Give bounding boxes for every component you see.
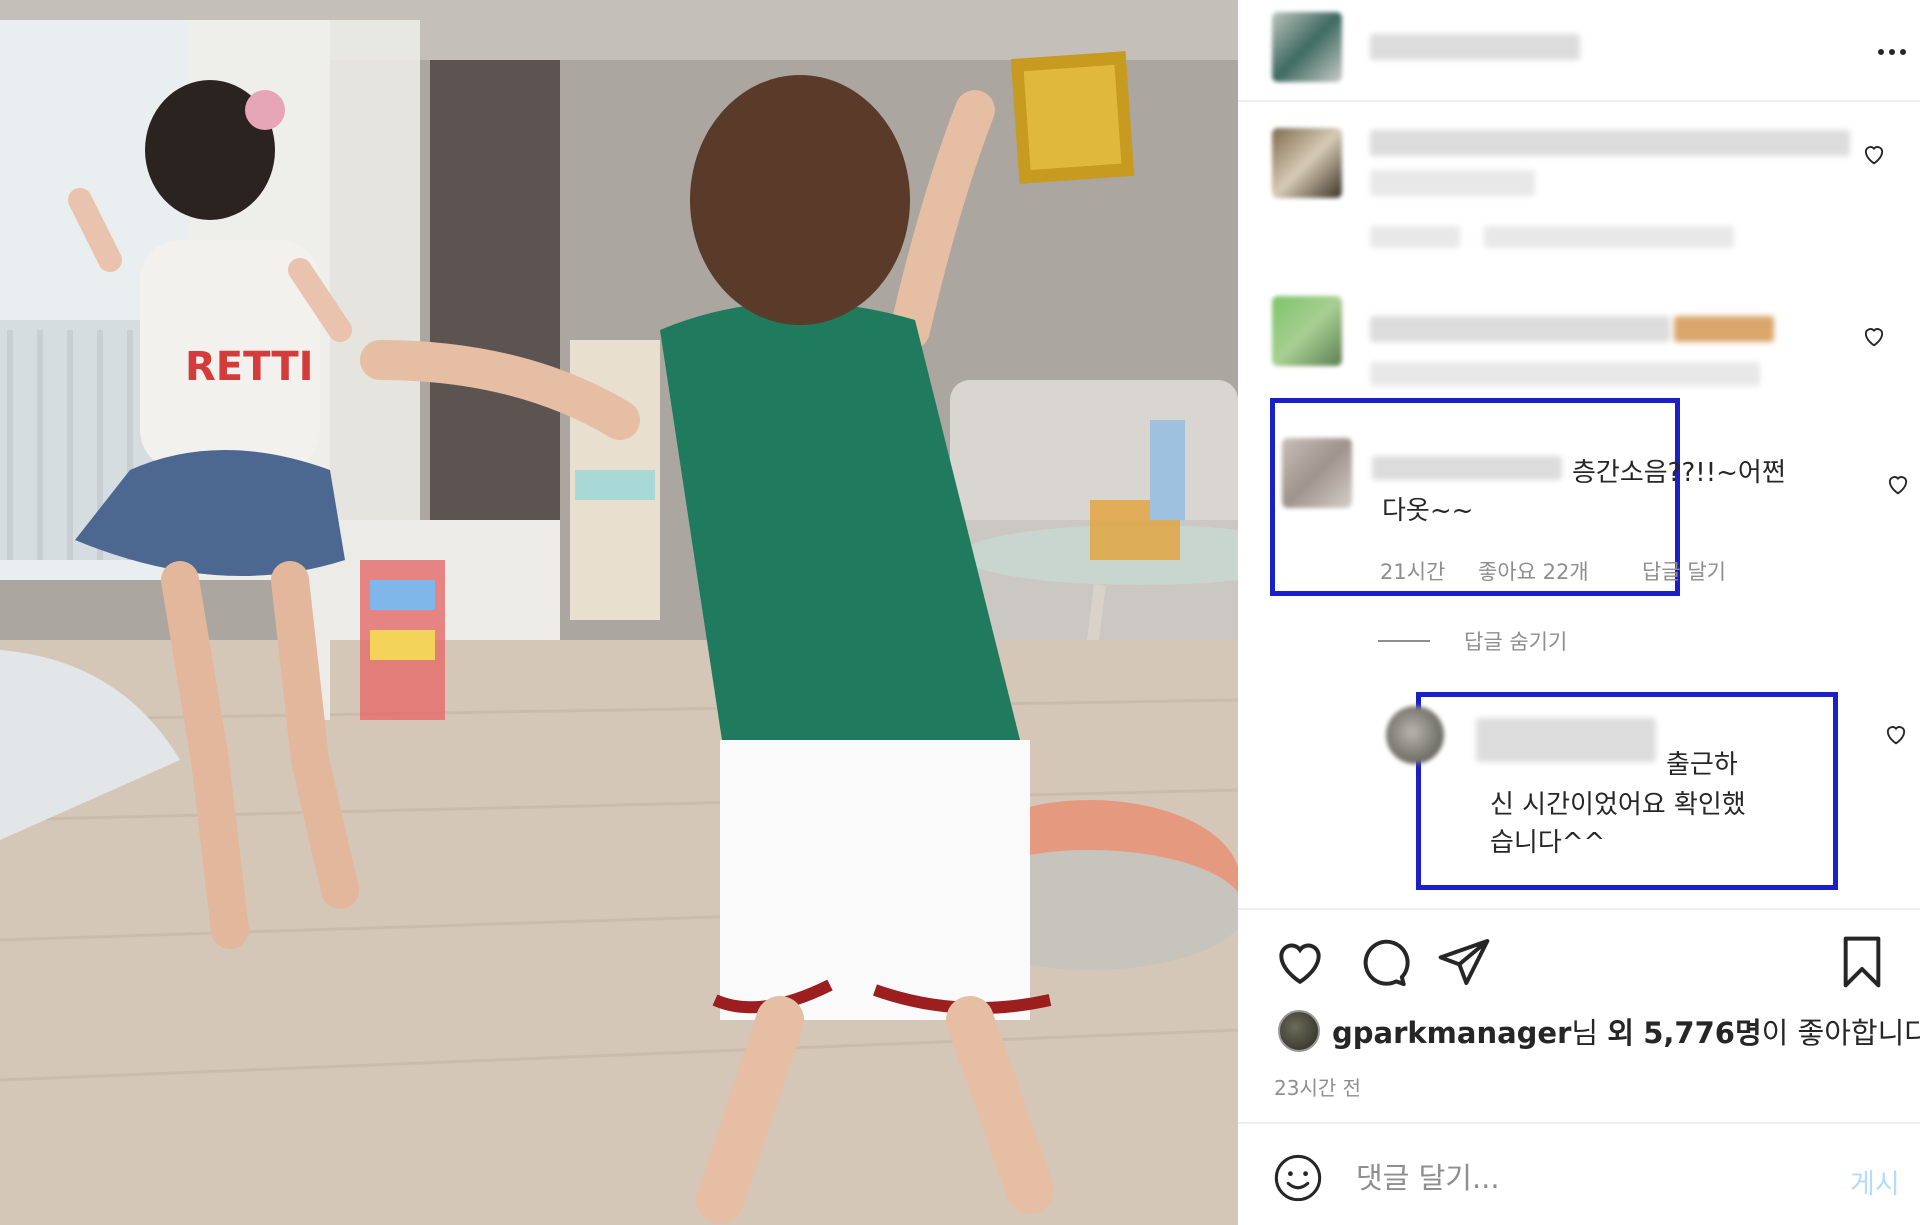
reply-username-blurred[interactable] bbox=[1476, 718, 1656, 762]
comment-like-count[interactable]: 좋아요 22개 bbox=[1478, 556, 1589, 586]
likes-honorific: 님 bbox=[1571, 1016, 1599, 1050]
actions-divider bbox=[1238, 908, 1920, 910]
comment-username-blurred[interactable] bbox=[1372, 456, 1562, 480]
bookmark-icon[interactable] bbox=[1834, 934, 1890, 990]
comment-icon[interactable] bbox=[1354, 934, 1410, 990]
likes-summary[interactable]: gparkmanager님 외 5,776명이 좋아합니다 bbox=[1278, 1010, 1920, 1052]
comment-input[interactable] bbox=[1356, 1156, 1776, 1200]
header-divider bbox=[1238, 100, 1920, 102]
heart-icon[interactable] bbox=[1882, 720, 1910, 748]
comment-text: 다옷~~ bbox=[1382, 496, 1474, 526]
comment-input-row: 게시 bbox=[1238, 1122, 1920, 1225]
comments-panel: 층간소음??!!~어쩐 다옷~~ 21시간 좋아요 22개 답글 달기 답글 숨… bbox=[1238, 0, 1920, 1225]
comment-text-blurred bbox=[1370, 170, 1535, 196]
reply-text: 출근하 bbox=[1666, 750, 1738, 780]
reply-avatar[interactable] bbox=[1386, 706, 1444, 764]
share-icon[interactable] bbox=[1436, 934, 1492, 990]
likes-tail: 이 좋아합니다 bbox=[1761, 1016, 1920, 1050]
smile-icon[interactable] bbox=[1272, 1152, 1324, 1204]
post-time: 23시간 전 bbox=[1274, 1076, 1362, 1100]
liker-username[interactable]: gparkmanager bbox=[1332, 1016, 1571, 1050]
liker-avatar[interactable] bbox=[1278, 1010, 1320, 1052]
hide-replies-line bbox=[1378, 640, 1430, 642]
comment-text-blurred bbox=[1370, 362, 1760, 386]
comment-time: 21시간 bbox=[1380, 560, 1446, 584]
post-author-avatar[interactable] bbox=[1272, 12, 1342, 82]
post-author-name[interactable] bbox=[1370, 34, 1580, 60]
more-horizontal-icon[interactable] bbox=[1878, 40, 1914, 64]
comment-avatar[interactable] bbox=[1282, 438, 1352, 508]
reply-text: 습니다^^ bbox=[1490, 828, 1606, 858]
likes-and: 외 bbox=[1607, 1016, 1634, 1050]
likes-count[interactable]: 5,776명 bbox=[1643, 1016, 1761, 1050]
comment-avatar[interactable] bbox=[1272, 128, 1342, 198]
post-button[interactable]: 게시 bbox=[1850, 1162, 1900, 1201]
heart-icon[interactable] bbox=[1860, 140, 1888, 168]
comment-meta-blurred bbox=[1370, 226, 1460, 248]
photo-illustration: RETTI bbox=[0, 0, 1238, 1225]
comment-avatar[interactable] bbox=[1272, 296, 1342, 366]
reply-text: 신 시간이었어요 확인했 bbox=[1490, 790, 1746, 820]
heart-icon[interactable] bbox=[1860, 322, 1888, 350]
comment-text-blurred bbox=[1674, 316, 1774, 342]
comment-text-blurred bbox=[1370, 130, 1850, 156]
comment-text: 층간소음??!!~어쩐 bbox=[1572, 458, 1786, 488]
post-photo: RETTI bbox=[0, 0, 1238, 1225]
heart-icon[interactable] bbox=[1884, 470, 1912, 498]
svg-text:RETTI: RETTI bbox=[185, 344, 314, 390]
reply-link[interactable]: 답글 달기 bbox=[1642, 556, 1726, 586]
heart-icon[interactable] bbox=[1272, 934, 1328, 990]
hide-replies-link[interactable]: 답글 숨기기 bbox=[1464, 626, 1567, 656]
comment-meta-blurred bbox=[1484, 226, 1734, 248]
comment-text-blurred bbox=[1370, 316, 1670, 342]
